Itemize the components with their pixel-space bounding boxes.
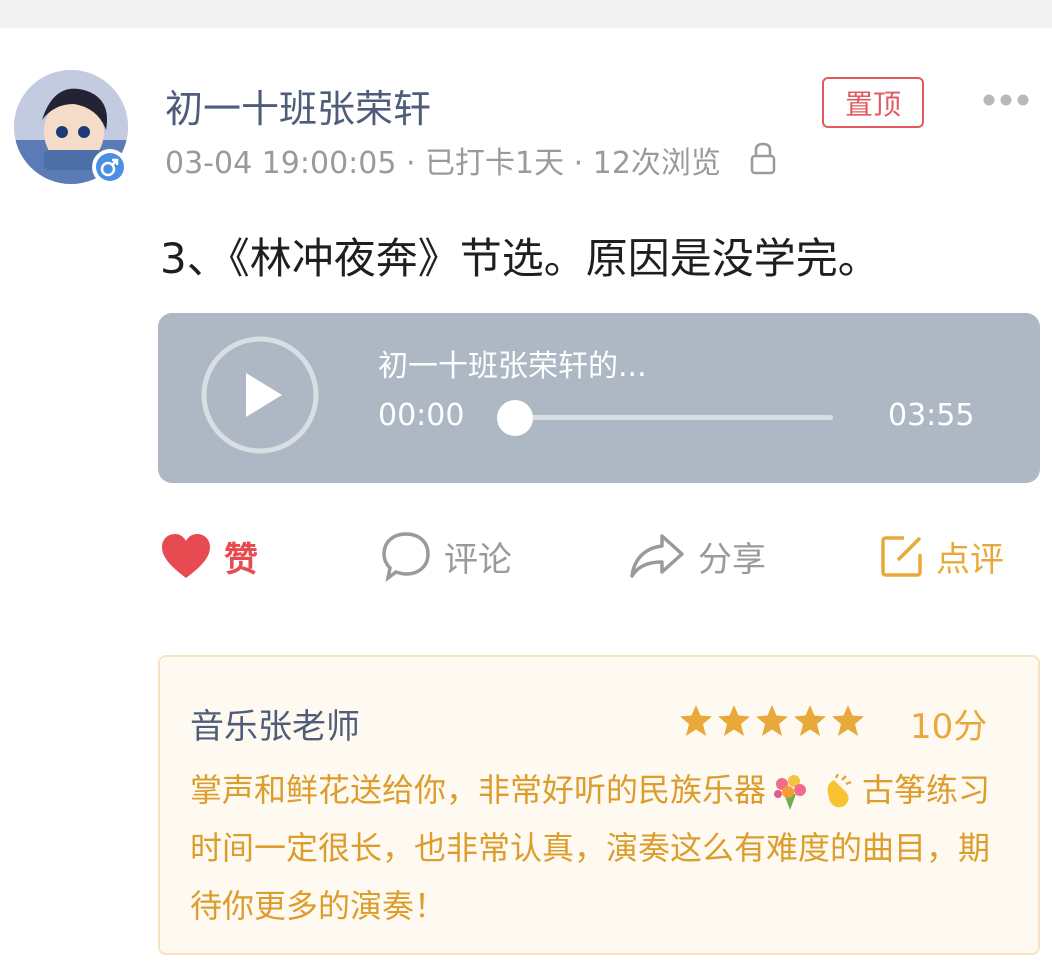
- clap-emoji: [818, 772, 858, 812]
- teacher-review-card: 音乐张老师 10分 掌声和鲜花送给你，非常好听的民族乐器 古筝练习时间一定很长，…: [158, 655, 1040, 955]
- current-time: 00:00: [378, 398, 465, 433]
- edit-review-icon: [881, 536, 922, 577]
- audio-title: 初一十班张荣轩的...: [378, 349, 647, 384]
- share-button[interactable]: 分享: [628, 530, 766, 582]
- pin-badge: 置顶: [822, 77, 924, 128]
- like-button[interactable]: 赞: [160, 530, 258, 582]
- audio-player: 初一十班张荣轩的... 00:00 03:55: [158, 313, 1040, 483]
- star-icon: [680, 705, 712, 736]
- reviewer-name[interactable]: 音乐张老师: [190, 699, 360, 748]
- review-label: 点评: [936, 539, 1004, 580]
- top-status-strip: [0, 0, 1052, 28]
- progress-track[interactable]: [496, 400, 833, 436]
- play-icon: [201, 336, 319, 454]
- like-label: 赞: [224, 539, 258, 580]
- star-icon: [794, 705, 826, 736]
- lock-icon: [750, 140, 776, 176]
- review-text-part1: 掌声和鲜花送给你，非常好听的民族乐器: [190, 771, 767, 809]
- progress-knob[interactable]: [496, 400, 533, 436]
- heart-icon: [162, 534, 210, 578]
- total-time: 03:55: [888, 398, 975, 433]
- share-label: 分享: [698, 539, 766, 580]
- star-icon: [718, 705, 750, 736]
- comment-label: 评论: [444, 539, 512, 580]
- star-icon: [832, 705, 864, 736]
- bouquet-emoji: [770, 772, 810, 812]
- gender-male-icon: [96, 153, 124, 181]
- post-meta: 03-04 19:00:05 · 已打卡1天 · 12次浏览: [165, 146, 721, 181]
- play-button[interactable]: [200, 335, 320, 455]
- username[interactable]: 初一十班张荣轩: [165, 78, 431, 133]
- more-icon[interactable]: [982, 92, 1030, 108]
- rating-stars: [678, 701, 868, 741]
- review-button[interactable]: 点评: [880, 530, 1004, 582]
- review-text: 掌声和鲜花送给你，非常好听的民族乐器 古筝练习时间一定很长，也非常认真，演奏这么…: [190, 761, 1010, 935]
- comment-button[interactable]: 评论: [380, 530, 512, 582]
- star-icon: [756, 705, 788, 736]
- share-icon: [630, 534, 684, 578]
- gender-badge: [92, 149, 128, 185]
- comment-icon: [382, 532, 430, 582]
- post-text: 3、《林冲夜奔》节选。原因是没学完。: [160, 234, 880, 283]
- review-score: 10分: [910, 707, 988, 747]
